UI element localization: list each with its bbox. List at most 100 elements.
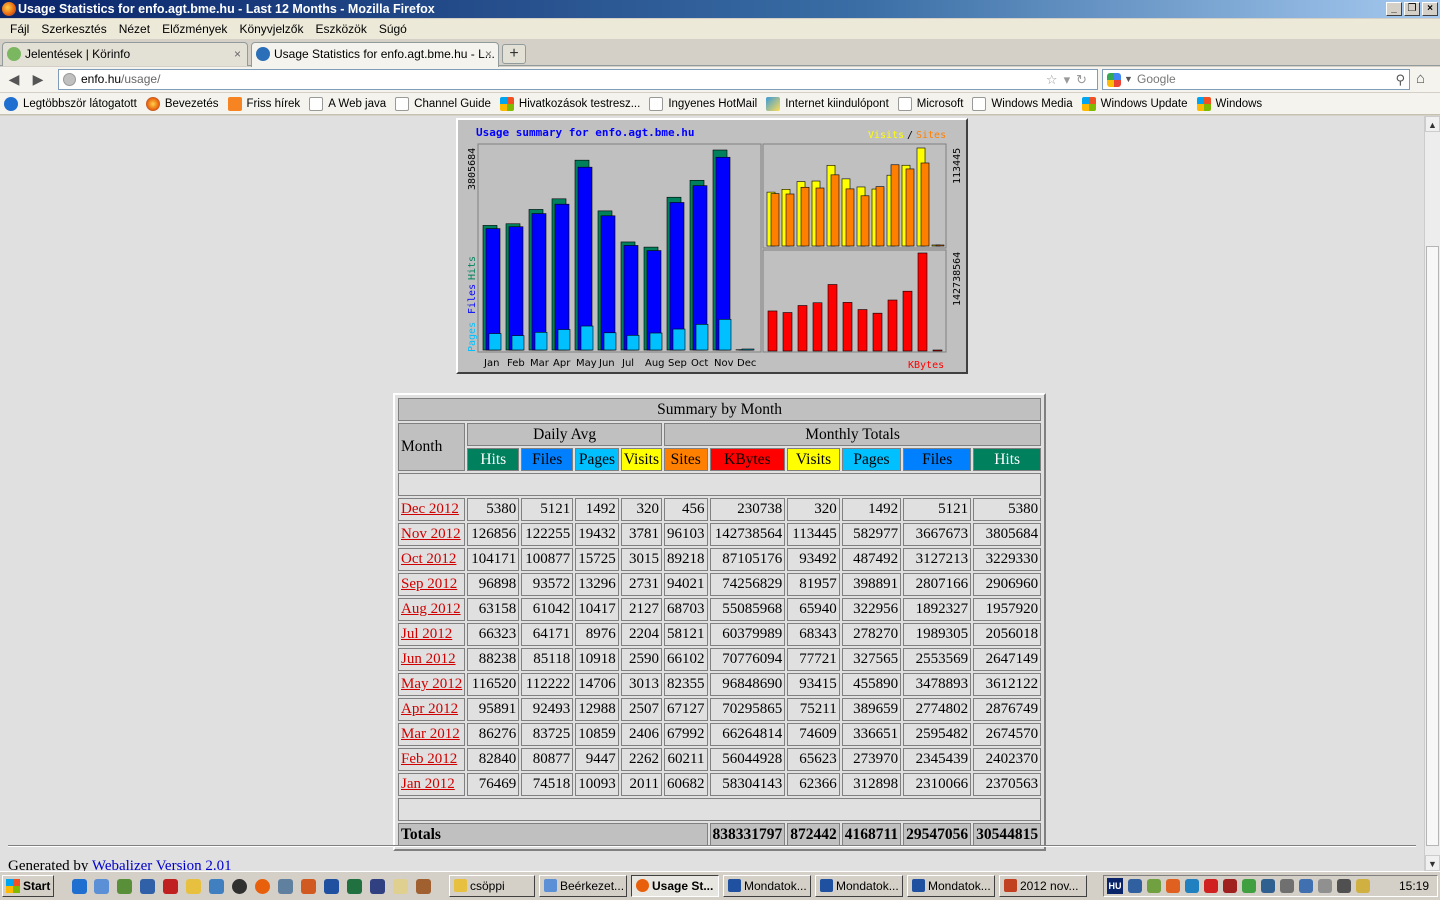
back-icon[interactable]: ◀ [4, 70, 24, 88]
bookmark-item[interactable]: Channel Guide [395, 96, 491, 111]
media-player-icon[interactable] [232, 879, 247, 894]
bar-pages-jan [488, 333, 502, 351]
month-link[interactable]: Aug 2012 [401, 601, 461, 617]
month-link[interactable]: Feb 2012 [401, 751, 457, 767]
new-tab-button[interactable]: + [502, 44, 526, 64]
task-usage-statistics[interactable]: Usage St... [631, 875, 719, 897]
excel-icon[interactable] [347, 879, 362, 894]
bookmark-item[interactable]: Hivatkozások testresz... [499, 96, 640, 111]
bookmark-item[interactable]: A Web java [309, 96, 386, 111]
tray-icon[interactable] [1128, 879, 1142, 893]
folder-icon[interactable] [186, 879, 201, 894]
volume-icon[interactable] [1337, 879, 1351, 893]
network-icon[interactable] [1299, 879, 1313, 893]
bookmark-item[interactable]: Ingyenes HotMail [649, 96, 757, 111]
webalizer-link[interactable]: Webalizer Version 2.01 [92, 858, 232, 871]
task-mondatok-1[interactable]: Mondatok... [723, 875, 811, 897]
bookmark-item[interactable]: Internet kiindulópont [766, 96, 889, 111]
month-link[interactable]: Nov 2012 [401, 526, 461, 542]
scroll-up-icon[interactable]: ▲ [1425, 116, 1440, 132]
scroll-down-icon[interactable]: ▼ [1425, 855, 1440, 871]
bar-pages-dec [741, 348, 755, 351]
search-icon[interactable]: ⚲ [1395, 70, 1405, 89]
month-link[interactable]: Jul 2012 [401, 626, 452, 642]
menu-tools[interactable]: Eszközök [309, 19, 372, 39]
month-link[interactable]: May 2012 [401, 676, 462, 692]
scroll-thumb[interactable] [1426, 246, 1439, 846]
tray-icon[interactable] [1166, 879, 1180, 893]
app-icon[interactable] [416, 879, 431, 894]
save-icon[interactable] [370, 879, 385, 894]
google-icon[interactable] [1107, 73, 1121, 87]
task-csoppi[interactable]: csöppi [449, 875, 535, 897]
bar-pages-jul [626, 335, 640, 351]
app-icon[interactable] [163, 879, 178, 894]
word-icon[interactable] [324, 879, 339, 894]
tab-usage-statistics[interactable]: Usage Statistics for enfo.agt.bme.hu - L… [251, 42, 499, 67]
tray-icon[interactable] [1223, 879, 1237, 893]
rss-icon [227, 96, 242, 111]
forward-icon[interactable]: ▶ [28, 70, 48, 88]
vertical-scrollbar[interactable]: ▲ ▼ [1424, 116, 1440, 871]
app-icon[interactable] [117, 879, 132, 894]
dropdown-icon[interactable]: ▾ [1064, 72, 1077, 87]
task-mondatok-2[interactable]: Mondatok... [815, 875, 903, 897]
month-link[interactable]: Sep 2012 [401, 576, 457, 592]
bookmark-item[interactable]: Windows [1196, 96, 1262, 111]
tray-icon[interactable] [1318, 879, 1332, 893]
ie-icon[interactable] [72, 879, 87, 894]
bookmark-item[interactable]: Microsoft [897, 96, 963, 111]
app-icon[interactable] [209, 879, 224, 894]
window-title-bar[interactable]: Usage Statistics for enfo.agt.bme.hu - L… [0, 0, 1440, 18]
app-icon[interactable] [140, 879, 155, 894]
month-link[interactable]: Dec 2012 [401, 501, 459, 517]
tray-icon[interactable] [1147, 879, 1161, 893]
month-link[interactable]: Oct 2012 [401, 551, 456, 567]
bookmark-star-icon[interactable]: ☆ [1046, 72, 1064, 87]
outlook-icon[interactable] [94, 879, 109, 894]
tray-icon[interactable] [1280, 879, 1294, 893]
menu-history[interactable]: Előzmények [156, 19, 233, 39]
tab-jelentesek[interactable]: Jelentések | Körinfo × [2, 42, 248, 66]
month-link[interactable]: Mar 2012 [401, 726, 460, 742]
menu-file[interactable]: Fájl [4, 19, 35, 39]
tray-icon[interactable] [1242, 879, 1256, 893]
month-link[interactable]: Jun 2012 [401, 651, 456, 667]
close-window-button[interactable]: × [1422, 2, 1438, 16]
firefox-icon[interactable] [255, 879, 270, 894]
bar-kbytes-mar [797, 305, 808, 352]
menu-edit[interactable]: Szerkesztés [35, 19, 112, 39]
reload-icon[interactable]: ↻ [1076, 72, 1093, 87]
month-link[interactable]: Apr 2012 [401, 701, 458, 717]
bookmark-item[interactable]: Bevezetés [145, 96, 219, 111]
menu-view[interactable]: Nézet [113, 19, 156, 39]
task-2012-nov[interactable]: 2012 nov... [999, 875, 1087, 897]
minimize-button[interactable]: _ [1386, 2, 1402, 16]
language-indicator[interactable]: HU [1107, 878, 1123, 894]
url-bar[interactable]: enfo.hu/usage/ ☆▾↻ [58, 69, 1098, 90]
tray-icon[interactable] [1261, 879, 1275, 893]
app-icon[interactable] [278, 879, 293, 894]
security-shield-icon[interactable] [1356, 879, 1370, 893]
close-tab-icon[interactable]: × [234, 43, 241, 65]
restore-button[interactable]: ❐ [1404, 2, 1420, 16]
start-button[interactable]: Start [2, 875, 54, 897]
month-link[interactable]: Jan 2012 [401, 776, 455, 792]
close-tab-icon[interactable]: × [485, 43, 492, 65]
bookmark-item[interactable]: Legtöbbször látogatott [4, 96, 137, 111]
task-mondatok-3[interactable]: Mondatok... [907, 875, 995, 897]
bookmark-item[interactable]: Windows Media [972, 96, 1073, 111]
task-beerkezett[interactable]: Beérkezet... [539, 875, 627, 897]
app-icon[interactable] [393, 879, 408, 894]
menu-bookmarks[interactable]: Könyvjelzők [233, 19, 309, 39]
chevron-down-icon[interactable]: ▼ [1124, 70, 1133, 89]
tray-icon[interactable] [1185, 879, 1199, 893]
table-cell: 336651 [841, 723, 902, 746]
powerpoint-icon[interactable] [301, 879, 316, 894]
search-bar[interactable]: ▼ Google ⚲ [1102, 69, 1410, 90]
bookmark-item[interactable]: Windows Update [1081, 96, 1188, 111]
menu-help[interactable]: Súgó [373, 19, 413, 39]
home-icon[interactable]: ⌂ [1416, 70, 1425, 87]
tray-icon[interactable] [1204, 879, 1218, 893]
bookmark-item[interactable]: Friss hírek [227, 96, 300, 111]
